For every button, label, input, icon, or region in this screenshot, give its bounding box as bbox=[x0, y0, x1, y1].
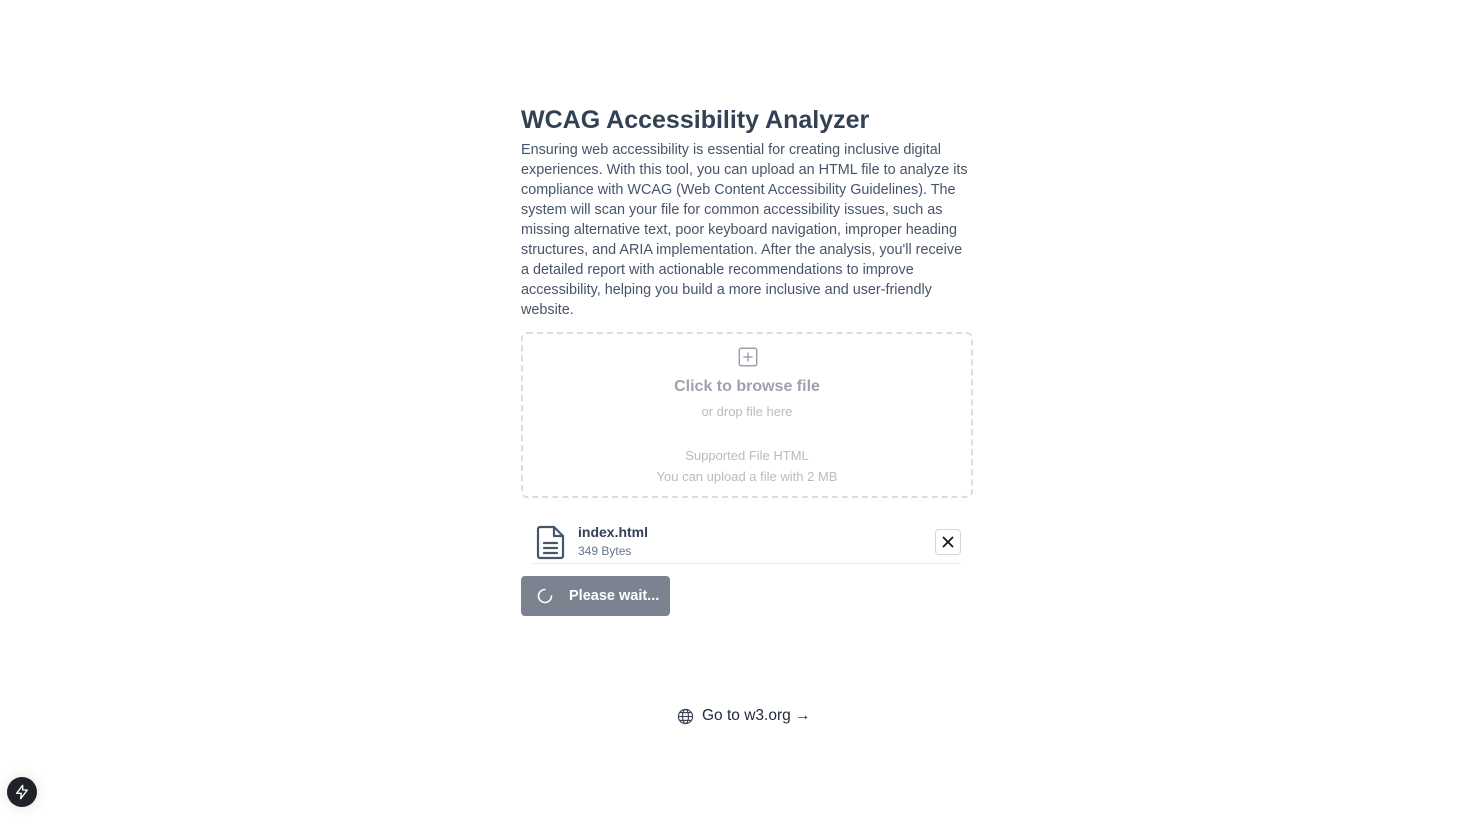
file-dropzone[interactable]: Click to browse file or drop file here S… bbox=[521, 332, 973, 498]
file-name: index.html bbox=[578, 524, 649, 540]
please-wait-button[interactable]: Please wait... bbox=[521, 576, 670, 616]
dropzone-title: Click to browse file bbox=[674, 378, 820, 395]
page-description: Ensuring web accessibility is essential … bbox=[521, 142, 968, 318]
please-wait-label: Please wait... bbox=[569, 588, 660, 604]
close-icon bbox=[942, 536, 954, 548]
lightning-fab-button[interactable] bbox=[7, 777, 37, 807]
lightning-icon bbox=[16, 784, 28, 800]
file-size-limit-note: You can upload a file with 2 MB bbox=[656, 469, 838, 484]
spinner-icon bbox=[537, 588, 553, 604]
w3org-link[interactable]: Go to w3.org → bbox=[677, 705, 811, 727]
dropzone-subtitle: or drop file here bbox=[701, 404, 793, 419]
file-size: 349 Bytes bbox=[578, 544, 632, 558]
remove-file-button[interactable] bbox=[935, 529, 961, 555]
globe-icon bbox=[677, 708, 694, 724]
plus-square-icon bbox=[738, 347, 758, 367]
file-text-icon bbox=[536, 525, 565, 560]
analyzer-panel: WCAG Accessibility Analyzer Ensuring web… bbox=[521, 104, 973, 616]
uploaded-file-row: index.html 349 Bytes bbox=[533, 521, 961, 564]
w3org-link-label: Go to w3.org → bbox=[702, 707, 811, 724]
page-title: WCAG Accessibility Analyzer bbox=[521, 106, 870, 134]
supported-file-note: Supported File HTML bbox=[685, 448, 809, 463]
